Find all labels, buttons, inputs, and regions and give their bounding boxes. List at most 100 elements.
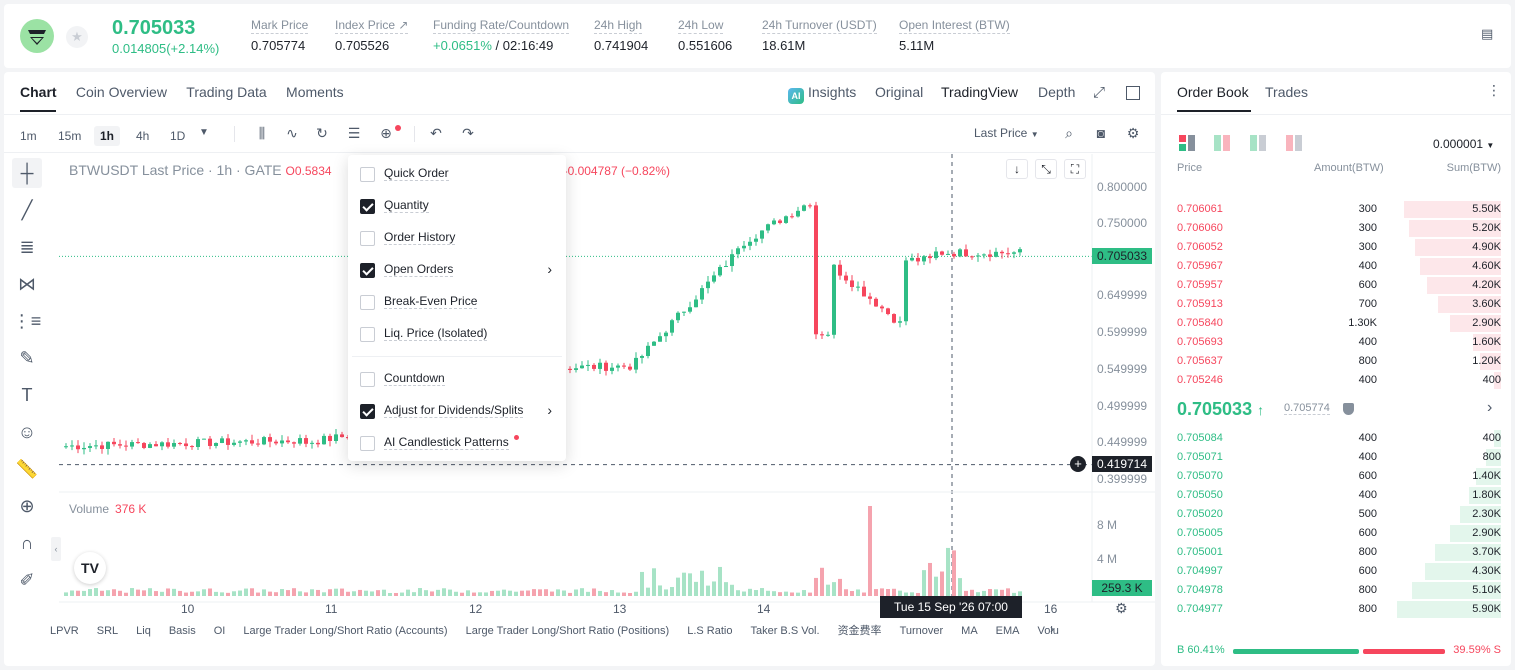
indicator-tab[interactable]: SRL [97, 625, 118, 637]
checkbox[interactable] [360, 231, 375, 246]
collapse-icon[interactable]: ⤡ [1035, 159, 1057, 179]
order-book-row[interactable]: 0.705693 400 1.60K [1161, 333, 1511, 352]
menu-item-quantity[interactable]: Quantity [348, 190, 566, 222]
order-book-row[interactable]: 0.705840 1.30K 2.90K [1161, 314, 1511, 333]
add-settings-icon[interactable]: ⊕ [376, 123, 396, 143]
checkbox[interactable] [360, 436, 375, 451]
menu-item-liq-price-isolated-[interactable]: Liq. Price (Isolated) [348, 318, 566, 350]
insights-tab[interactable]: AI Insights [788, 84, 856, 104]
template-icon[interactable]: ☰ [344, 123, 364, 143]
order-book-row[interactable]: 0.705071 400 800 [1161, 448, 1511, 467]
indicators-icon[interactable]: ∿ [282, 123, 302, 143]
menu-item-order-history[interactable]: Order History [348, 222, 566, 254]
menu-item-countdown[interactable]: Countdown [348, 363, 566, 395]
indicator-scroll-right-icon[interactable]: › [1050, 622, 1054, 636]
stat-label[interactable]: 24h Low [678, 18, 724, 34]
redo-icon[interactable]: ↷ [458, 123, 478, 143]
menu-item-break-even-price[interactable]: Break-Even Price [348, 286, 566, 318]
indicator-tab[interactable]: OI [214, 625, 226, 637]
axis-settings-icon[interactable]: ⚙ [1115, 600, 1128, 617]
add-alert-icon[interactable]: + [1070, 456, 1086, 472]
checkbox[interactable] [360, 199, 375, 214]
more-options-icon[interactable]: ⋮ [1487, 82, 1501, 99]
price-chart[interactable] [59, 154, 1155, 634]
order-book-row[interactable]: 0.705020 500 2.30K [1161, 505, 1511, 524]
order-book-row[interactable]: 0.704977 800 5.90K [1161, 600, 1511, 619]
trendline-icon[interactable]: ╱ [12, 195, 42, 225]
magnet-icon[interactable]: ∩ [12, 528, 42, 558]
price-source-select[interactable]: Last Price ▼ [974, 126, 1039, 140]
tradingview-logo-icon[interactable]: TV [74, 552, 106, 584]
stat-label[interactable]: Funding Rate/Countdown [433, 18, 570, 34]
tf-1m[interactable]: 1m [14, 126, 43, 146]
settings-gear-icon[interactable]: ⚙ [1123, 123, 1143, 143]
indicator-tab[interactable]: MA [961, 625, 978, 637]
brush-icon[interactable]: ✎ [12, 343, 42, 373]
order-book-row[interactable]: 0.706060 300 5.20K [1161, 219, 1511, 238]
stat-label[interactable]: 24h Turnover (USDT) [762, 18, 877, 34]
order-book-row[interactable]: 0.705084 400 400 [1161, 429, 1511, 448]
tab-original[interactable]: Original [875, 84, 923, 100]
indicator-tab[interactable]: Taker B.S Vol. [750, 625, 819, 637]
precision-select[interactable]: 0.000001 ▼ [1433, 137, 1494, 151]
view-bids-icon[interactable] [1250, 135, 1266, 151]
emoji-icon[interactable]: ☺ [12, 417, 42, 447]
order-book-row[interactable]: 0.705957 600 4.20K [1161, 276, 1511, 295]
horizontal-lines-icon[interactable]: ≣ [12, 232, 42, 262]
ruler-icon[interactable]: 📏 [12, 454, 42, 484]
chevron-right-icon[interactable]: › [1487, 399, 1492, 417]
order-book-row[interactable]: 0.704997 600 4.30K [1161, 562, 1511, 581]
favorite-star-icon[interactable]: ★ [66, 26, 88, 48]
order-book-row[interactable]: 0.705050 400 1.80K [1161, 486, 1511, 505]
checkbox[interactable] [360, 167, 375, 182]
tab-coin-overview[interactable]: Coin Overview [76, 84, 167, 100]
menu-item-open-orders[interactable]: Open Orders › [348, 254, 566, 286]
crosshair-icon[interactable]: ┼ [12, 158, 42, 188]
tf-dropdown-icon[interactable]: ▼ [194, 123, 214, 143]
camera-icon[interactable]: ◙ [1091, 123, 1111, 143]
indicator-tab[interactable]: 资金费率 [838, 625, 882, 637]
indicator-tab[interactable]: Turnover [900, 625, 944, 637]
indicator-tab[interactable]: EMA [996, 625, 1020, 637]
expand-icon[interactable]: ⤢ [1093, 84, 1105, 101]
tab-trading-data[interactable]: Trading Data [186, 84, 266, 100]
notes-icon[interactable]: ▤ [1481, 26, 1497, 42]
candle-type-icon[interactable]: ⫼ [252, 123, 272, 143]
indicator-tab[interactable]: Basis [169, 625, 196, 637]
fib-icon[interactable]: ⋮≡ [12, 306, 42, 336]
menu-item-quick-order[interactable]: Quick Order [348, 158, 566, 190]
checkbox[interactable] [360, 263, 375, 278]
window-icon[interactable] [1126, 86, 1140, 100]
tab-depth[interactable]: Depth [1038, 84, 1075, 100]
tf-4h[interactable]: 4h [130, 126, 155, 146]
tf-1d[interactable]: 1D [164, 126, 191, 146]
indicator-tab[interactable]: Large Trader Long/Short Ratio (Accounts) [243, 625, 447, 637]
order-book-row[interactable]: 0.705246 400 400 [1161, 371, 1511, 390]
tf-1h[interactable]: 1h [94, 126, 121, 146]
indicator-tab[interactable]: LPVR [50, 625, 79, 637]
view-bids-asks-icon[interactable] [1214, 135, 1230, 151]
stat-label[interactable]: Open Interest (BTW) [899, 18, 1010, 34]
pencil-lock-icon[interactable]: ✐ [12, 565, 42, 595]
tf-15m[interactable]: 15m [52, 126, 87, 146]
tab-chart[interactable]: Chart [20, 84, 57, 100]
order-book-row[interactable]: 0.705637 800 1.20K [1161, 352, 1511, 371]
tab-trades[interactable]: Trades [1265, 84, 1308, 100]
order-book-row[interactable]: 0.705005 600 2.90K [1161, 524, 1511, 543]
menu-item-adjust-for-dividends-splits[interactable]: Adjust for Dividends/Splits › [348, 395, 566, 427]
order-book-row[interactable]: 0.704978 800 5.10K [1161, 581, 1511, 600]
zoom-in-icon[interactable]: ⊕ [12, 491, 42, 521]
indicator-tab[interactable]: L.S Ratio [687, 625, 732, 637]
indicator-tab[interactable]: Volu [1038, 625, 1059, 637]
checkbox[interactable] [360, 372, 375, 387]
undo-icon[interactable]: ↶ [426, 123, 446, 143]
order-book-row[interactable]: 0.705913 700 3.60K [1161, 295, 1511, 314]
view-asks-icon[interactable] [1286, 135, 1302, 151]
view-both-icon[interactable] [1179, 135, 1195, 151]
fullscreen-icon[interactable]: ⛶ [1064, 159, 1086, 179]
order-book-row[interactable]: 0.706052 300 4.90K [1161, 238, 1511, 257]
pattern-icon[interactable]: ⋈ [12, 269, 42, 299]
order-book-row[interactable]: 0.705070 600 1.40K [1161, 467, 1511, 486]
order-book-row[interactable]: 0.705967 400 4.60K [1161, 257, 1511, 276]
menu-item-ai-candlestick-patterns[interactable]: AI Candlestick Patterns [348, 427, 566, 459]
